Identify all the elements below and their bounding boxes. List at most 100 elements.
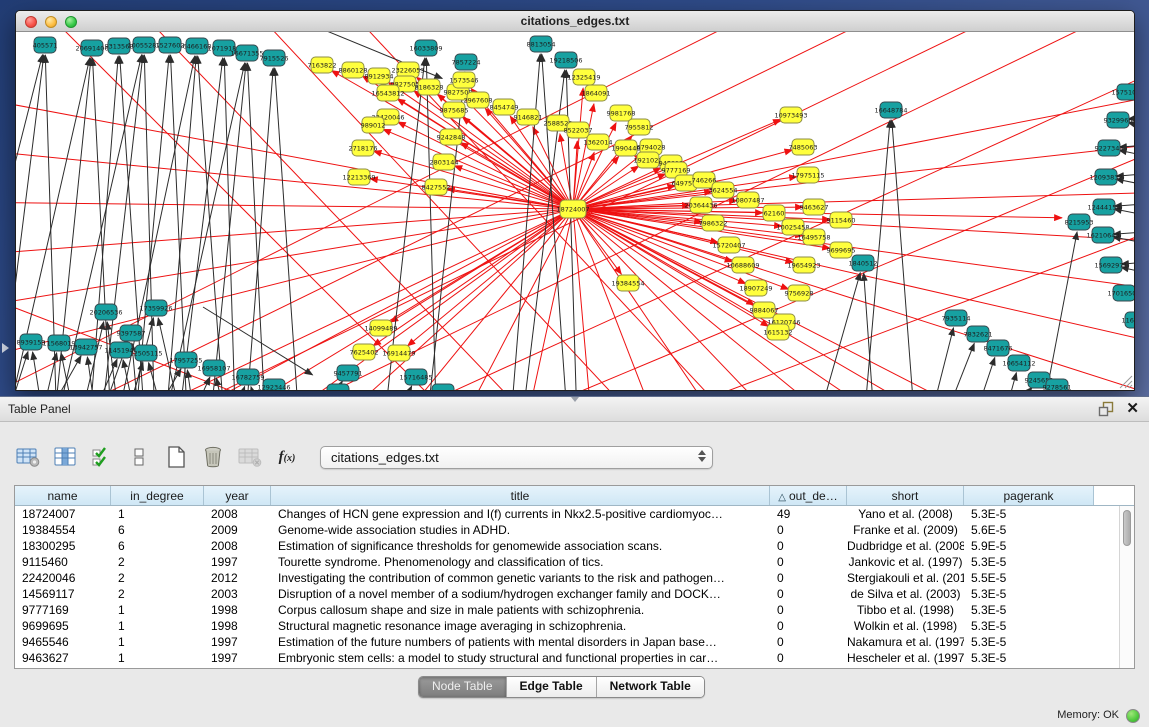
network-node[interactable]: 9463627 <box>800 199 829 215</box>
network-edge[interactable] <box>987 373 1016 390</box>
network-node[interactable]: 7986322 <box>699 215 728 231</box>
network-node[interactable]: 8912934 <box>365 68 394 84</box>
column-header-in_degree[interactable]: in_degree <box>111 486 204 505</box>
network-edge[interactable] <box>187 370 198 390</box>
minimize-button[interactable] <box>45 16 57 28</box>
network-node[interactable]: 7915526 <box>260 50 289 66</box>
table-row[interactable]: 1938455462009Genome-wide association stu… <box>15 522 1134 538</box>
panel-collapse-arrow-icon[interactable] <box>2 343 9 353</box>
network-canvas[interactable]: 4055712069140693135681005528715276026466… <box>16 32 1134 390</box>
table-row[interactable]: 1830029562008Estimation of significance … <box>15 538 1134 554</box>
network-node[interactable]: 9699695 <box>827 242 856 258</box>
network-edge[interactable] <box>27 353 57 390</box>
network-node[interactable]: 7485063 <box>789 139 818 155</box>
network-edge[interactable] <box>383 129 573 209</box>
table-row[interactable]: 946554611997Estimation of the future num… <box>15 634 1134 650</box>
tab-network-table[interactable]: Network Table <box>597 677 704 697</box>
close-panel-icon[interactable]: ✕ <box>1126 401 1139 417</box>
network-edge[interactable] <box>136 32 576 390</box>
network-node[interactable]: 16033809 <box>409 40 442 56</box>
network-node[interactable]: 12093832 <box>1089 169 1122 185</box>
network-edge[interactable] <box>275 68 302 390</box>
network-node[interactable]: 9397587 <box>117 325 146 341</box>
table-row[interactable]: 1872400712008Changes of HCN gene express… <box>15 506 1134 522</box>
network-node[interactable]: 8939159 <box>17 334 46 350</box>
network-edge[interactable] <box>864 273 875 390</box>
network-node[interactable]: 2803144 <box>430 154 459 170</box>
network-edge[interactable] <box>930 343 974 390</box>
network-node[interactable]: 9756928 <box>785 285 814 301</box>
network-node[interactable]: 18907249 <box>739 280 772 296</box>
network-edge[interactable] <box>573 209 1134 390</box>
network-node[interactable]: 16210643 <box>1086 227 1119 243</box>
network-node[interactable]: 1527602 <box>156 37 185 53</box>
network-node[interactable]: 17359926 <box>139 300 172 316</box>
splitter-grip-icon[interactable] <box>571 397 579 402</box>
network-node[interactable]: 1167531 <box>1122 312 1134 328</box>
table-settings-button[interactable] <box>14 443 42 471</box>
network-node[interactable]: 12325419 <box>567 69 600 85</box>
network-node[interactable]: 14099489 <box>364 320 397 336</box>
network-node[interactable]: 18724007 <box>556 200 589 218</box>
scrollbar-thumb[interactable] <box>1123 510 1131 546</box>
network-node[interactable]: 9278561 <box>1043 379 1072 390</box>
network-edge[interactable] <box>144 55 156 390</box>
table-row[interactable]: 946362711997Embryonic stem cells: a mode… <box>15 650 1134 666</box>
column-header-pagerank[interactable]: pagerank <box>964 486 1094 505</box>
tab-node-table[interactable]: Node Table <box>419 677 507 697</box>
network-node[interactable]: 9981768 <box>607 105 636 121</box>
table-row[interactable]: 911546021997Tourette syndrome. Phenomeno… <box>15 554 1134 570</box>
network-node[interactable]: 15692971 <box>1094 257 1127 273</box>
network-edge[interactable] <box>958 358 995 391</box>
function-builder-button[interactable]: f(x) <box>273 443 301 471</box>
tab-edge-table[interactable]: Edge Table <box>507 677 597 697</box>
network-edge[interactable] <box>1039 232 1077 390</box>
network-node[interactable]: 7163822 <box>308 57 337 73</box>
network-node[interactable]: 9242848 <box>437 129 466 145</box>
network-node[interactable]: 16914479 <box>382 345 415 361</box>
table-row[interactable]: 977716911998Corpus callosum shape and si… <box>15 602 1134 618</box>
network-edge[interactable] <box>16 209 573 257</box>
network-node[interactable]: 10654112 <box>1002 355 1035 371</box>
table-selector-combobox[interactable]: citations_edges.txt <box>320 446 713 469</box>
network-edge[interactable] <box>242 68 273 390</box>
table-row[interactable]: 969969511998Structural magnetic resonanc… <box>15 618 1134 634</box>
network-edge[interactable] <box>486 222 1134 390</box>
new-document-button[interactable] <box>162 443 190 471</box>
network-node[interactable]: 8186328 <box>415 79 444 95</box>
column-header-name[interactable]: name <box>15 486 111 505</box>
network-edge[interactable] <box>373 209 573 346</box>
network-node[interactable]: 1615132 <box>764 324 793 340</box>
network-node[interactable]: 1362014 <box>584 134 613 150</box>
network-node[interactable]: 9875685 <box>440 102 469 118</box>
network-node[interactable]: 9329966 <box>1104 112 1133 128</box>
citation-network-graph[interactable]: 4055712069140693135681005528715276026466… <box>16 32 1134 390</box>
network-node[interactable]: 989012 <box>361 117 386 133</box>
network-node[interactable]: 1864091 <box>582 85 611 101</box>
network-node[interactable]: 19218506 <box>549 52 582 68</box>
network-node[interactable]: 8813054 <box>527 36 556 52</box>
network-edge[interactable] <box>924 328 954 390</box>
network-node[interactable]: 8215953 <box>1065 214 1094 230</box>
zoom-button[interactable] <box>65 16 77 28</box>
network-node[interactable]: 15716485 <box>399 369 432 385</box>
network-node[interactable]: 10973493 <box>774 107 807 123</box>
network-view-window[interactable]: citations_edges.txt 40557120691406931356… <box>15 10 1135 391</box>
network-node[interactable]: 15751074 <box>1111 84 1134 100</box>
network-edge[interactable] <box>157 63 245 390</box>
network-node[interactable]: 405571 <box>33 37 58 53</box>
network-node[interactable]: 8427552 <box>422 179 451 195</box>
network-node[interactable]: 7955812 <box>625 119 654 135</box>
column-header-title[interactable]: title <box>271 486 770 505</box>
network-node[interactable]: 17016504 <box>1107 285 1134 301</box>
network-node[interactable]: 7832621 <box>964 326 993 342</box>
network-node[interactable]: 2718176 <box>349 140 378 156</box>
network-edge[interactable] <box>165 56 196 390</box>
table-row[interactable]: 1456911722003Disruption of a novel membe… <box>15 586 1134 602</box>
network-node[interactable]: 8860128 <box>339 62 368 78</box>
network-node[interactable]: 9115460 <box>827 212 856 228</box>
network-node[interactable]: 62160 <box>763 205 785 221</box>
column-header-year[interactable]: year <box>204 486 271 505</box>
network-node[interactable]: 17975115 <box>791 167 824 183</box>
network-node[interactable]: 9245633 <box>324 384 353 390</box>
